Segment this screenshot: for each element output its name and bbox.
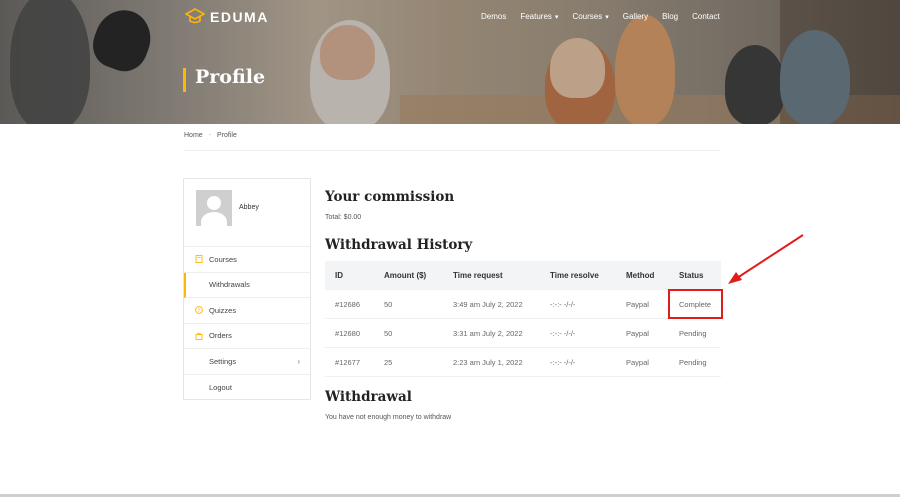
sidebar-item-label: Withdrawals (209, 280, 250, 290)
page-title: Profile (195, 66, 266, 88)
hero-banner: EDUMA Demos Features ▾ Courses ▾ Gallery B… (0, 0, 900, 124)
sidebar-item-label: Courses (209, 254, 237, 264)
annotation-arrow-icon (728, 234, 804, 284)
sidebar-item-label: Orders (209, 331, 232, 341)
cell-method: Paypal (626, 299, 649, 309)
cell-amount: 50 (384, 299, 393, 309)
table-row: #12677 25 2:23 am July 1, 2022 -:-:- -/-… (325, 348, 721, 377)
nav-gallery[interactable]: Gallery (623, 12, 648, 21)
cell-status: Pending (679, 357, 707, 367)
nav-contact[interactable]: Contact (692, 12, 720, 21)
annotation-highlight-box (668, 289, 723, 319)
sidebar-item-withdrawals[interactable]: Withdrawals (184, 272, 310, 298)
title-accent-bar (183, 68, 186, 92)
column-header: ID (335, 271, 343, 280)
breadcrumb: Home - Profile (184, 132, 237, 139)
profile-sidebar: Abbey Courses Withdrawals ? Quizzes Orde… (183, 178, 311, 400)
cell-time-request: 3:49 am July 2, 2022 (453, 299, 523, 309)
sidebar-item-settings[interactable]: Settings › (184, 349, 310, 375)
divider (184, 150, 720, 151)
table-header: ID Amount ($) Time request Time resolve … (325, 261, 721, 290)
cell-amount: 25 (384, 357, 393, 367)
nav-blog[interactable]: Blog (662, 12, 678, 21)
table-row: #12680 50 3:31 am July 2, 2022 -:-:- -/-… (325, 319, 721, 348)
cell-id: #12680 (335, 328, 361, 338)
cell-time-request: 3:31 am July 2, 2022 (453, 328, 523, 338)
nav-label: Courses (572, 12, 603, 21)
cell-method: Paypal (626, 328, 649, 338)
avatar (196, 190, 232, 226)
cell-method: Paypal (626, 357, 649, 367)
nav-label: Demos (481, 12, 507, 21)
sidebar-item-logout[interactable]: Logout (184, 375, 310, 401)
sidebar-item-quizzes[interactable]: ? Quizzes (184, 298, 310, 324)
sidebar-item-label: Quizzes (209, 305, 237, 315)
sidebar-item-label: Logout (209, 382, 232, 392)
orders-icon (194, 331, 203, 340)
table-row: #12686 50 3:49 am July 2, 2022 -:-:- -/-… (325, 290, 721, 319)
column-header: Time request (453, 271, 503, 280)
profile-card: Abbey (184, 179, 310, 247)
chevron-down-icon: ▾ (605, 13, 609, 21)
column-header: Status (679, 271, 704, 280)
cell-time-request: 2:23 am July 1, 2022 (453, 357, 523, 367)
avatar-body-shape (201, 212, 227, 226)
avatar-head-shape (207, 196, 221, 210)
nav-label: Blog (662, 12, 679, 21)
nav-label: Gallery (622, 12, 649, 21)
cell-time-resolve: -:-:- -/-/- (550, 299, 576, 309)
username: Abbey (239, 204, 259, 211)
graduation-cap-icon (185, 8, 205, 24)
cell-status: Pending (679, 328, 707, 338)
nav-courses[interactable]: Courses ▾ (572, 12, 608, 21)
commission-heading: Your commission (325, 189, 455, 205)
chevron-right-icon: › (297, 356, 300, 366)
brand-logo[interactable]: EDUMA (185, 8, 269, 26)
brand-name: EDUMA (210, 9, 269, 25)
withdrawal-message: You have not enough money to withdraw (325, 414, 452, 421)
history-heading: Withdrawal History (325, 237, 473, 253)
hero-overlay (0, 0, 900, 124)
column-header: Amount ($) (384, 271, 427, 280)
column-header: Method (626, 271, 655, 280)
nav-features[interactable]: Features ▾ (520, 12, 558, 21)
sidebar-item-courses[interactable]: Courses (184, 247, 310, 273)
main-nav: Demos Features ▾ Courses ▾ Gallery Blog Co… (481, 12, 734, 21)
quizzes-icon: ? (194, 306, 203, 315)
sidebar-item-orders[interactable]: Orders (184, 324, 310, 349)
cell-time-resolve: -:-:- -/-/- (550, 357, 576, 367)
nav-label: Features (520, 12, 552, 21)
breadcrumb-home[interactable]: Home (184, 132, 203, 139)
cell-id: #12677 (335, 357, 361, 367)
courses-icon (194, 255, 203, 264)
withdrawal-heading: Withdrawal (325, 389, 412, 405)
commission-total: Total: $0.00 (325, 214, 362, 221)
breadcrumb-separator: - (208, 132, 212, 139)
breadcrumb-current: Profile (217, 132, 237, 139)
chevron-down-icon: ▾ (554, 13, 559, 21)
nav-label: Contact (692, 12, 720, 21)
column-header: Time resolve (550, 271, 599, 280)
withdrawal-history-table: ID Amount ($) Time request Time resolve … (325, 261, 721, 377)
sidebar-item-label: Settings (209, 356, 237, 366)
cell-time-resolve: -:-:- -/-/- (550, 328, 576, 338)
cell-id: #12686 (335, 299, 361, 309)
nav-demos[interactable]: Demos (481, 12, 506, 21)
cell-amount: 50 (384, 328, 393, 338)
